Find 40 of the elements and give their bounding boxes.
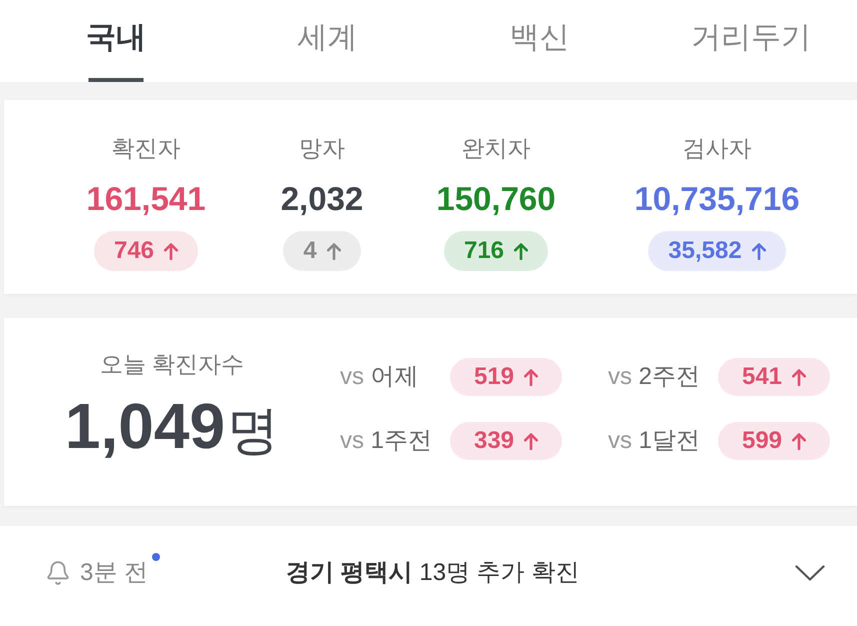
comparison-label: vs 1달전 — [608, 426, 702, 456]
notice-time: 3분 전 — [80, 555, 148, 591]
stat-value: 2,032 — [280, 179, 364, 219]
expand-button[interactable] — [795, 565, 825, 581]
change-value: 716 — [464, 236, 504, 266]
stat-value: 150,760 — [436, 179, 556, 219]
notice-headline[interactable]: 경기 평택시 13명 추가 확진 — [286, 555, 580, 591]
stat-value: 10,735,716 — [634, 179, 800, 219]
comparison-label: vs 1주전 — [340, 426, 434, 456]
today-label: 오늘 확진자수 — [100, 350, 244, 378]
change-value: 339 — [474, 426, 514, 456]
bell-icon — [45, 560, 71, 586]
up-arrow-icon — [326, 242, 341, 260]
up-arrow-icon — [524, 432, 538, 450]
change-value: 746 — [114, 236, 154, 266]
up-arrow-icon — [792, 432, 806, 450]
chevron-icon — [795, 565, 825, 581]
change-value: 541 — [742, 362, 782, 392]
change-value: 519 — [474, 362, 514, 392]
today-count: 1,049명 — [64, 390, 280, 464]
up-arrow-icon — [792, 368, 806, 386]
tab-underline — [88, 78, 144, 82]
comparison-label: vs 2주전 — [608, 362, 702, 392]
stat-label: 검사자 — [682, 134, 752, 163]
tab[interactable]: 국내 — [10, 0, 222, 82]
up-arrow-icon — [164, 242, 178, 260]
change-value: 599 — [742, 426, 782, 456]
stat-label: 망자 — [299, 134, 345, 163]
tab[interactable]: 백신 — [434, 0, 646, 82]
up-arrow-icon — [524, 368, 538, 386]
tab[interactable]: 세계 — [222, 0, 434, 82]
up-arrow-icon — [514, 242, 528, 260]
stat-label: 확진자 — [112, 134, 180, 163]
comparison-label: vs 어제 — [340, 362, 420, 392]
change-value: 35,582 — [668, 236, 742, 266]
change-value: 4 — [303, 236, 317, 266]
up-arrow-icon — [752, 242, 766, 260]
stat-label: 완치자 — [462, 134, 530, 163]
stat-value: 161,541 — [86, 179, 206, 219]
tab[interactable]: 거리두기 — [645, 0, 857, 82]
